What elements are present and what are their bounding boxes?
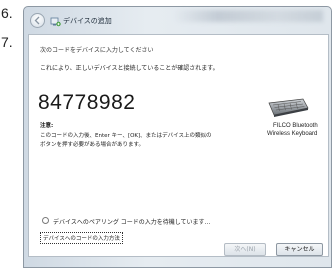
waiting-status: デバイスへのペアリング コードの入力を待機しています... <box>53 219 211 226</box>
window-title: デバイスの追加 <box>63 17 112 25</box>
back-arrow-icon <box>34 16 40 25</box>
back-button[interactable] <box>30 13 45 28</box>
note-text-line1: このコードの入力後、Enter キー、[OK]、またはデバイス上の類似の <box>40 133 212 139</box>
device-name-line1: FILCO Bluetooth <box>273 123 318 129</box>
keyboard-icon <box>268 98 309 117</box>
step-number-6: 6. <box>1 5 13 21</box>
title-bar: デバイスの追加 <box>24 7 331 34</box>
pairing-code: 84778982 <box>38 91 136 114</box>
verification-text: これにより、正しいデバイスと接続していることが確認されます。 <box>40 65 219 72</box>
how-to-enter-code-link[interactable]: デバイスへのコードの入力方法 <box>40 232 123 244</box>
note-text-line2: ボタンを押す必要がある場合があります。 <box>40 142 144 148</box>
instruction-text: 次のコードをデバイスに入力してください <box>40 47 154 54</box>
cancel-button[interactable]: キャンセル <box>276 243 323 256</box>
title-bar-glass <box>173 10 323 22</box>
add-device-icon <box>50 17 61 27</box>
waiting-spinner-icon <box>42 217 49 224</box>
add-device-window: デバイスの追加 次のコードをデバイスに入力してください これにより、正しいデバイ… <box>23 6 332 268</box>
note-label: 注意: <box>40 123 54 129</box>
next-button[interactable]: 次へ(N) <box>224 243 266 256</box>
device-name-line2: Wireless Keyboard <box>267 131 318 137</box>
step-number-7: 7. <box>1 34 13 50</box>
dialog-content: 次のコードをデバイスに入力してください これにより、正しいデバイスと接続している… <box>28 34 329 257</box>
